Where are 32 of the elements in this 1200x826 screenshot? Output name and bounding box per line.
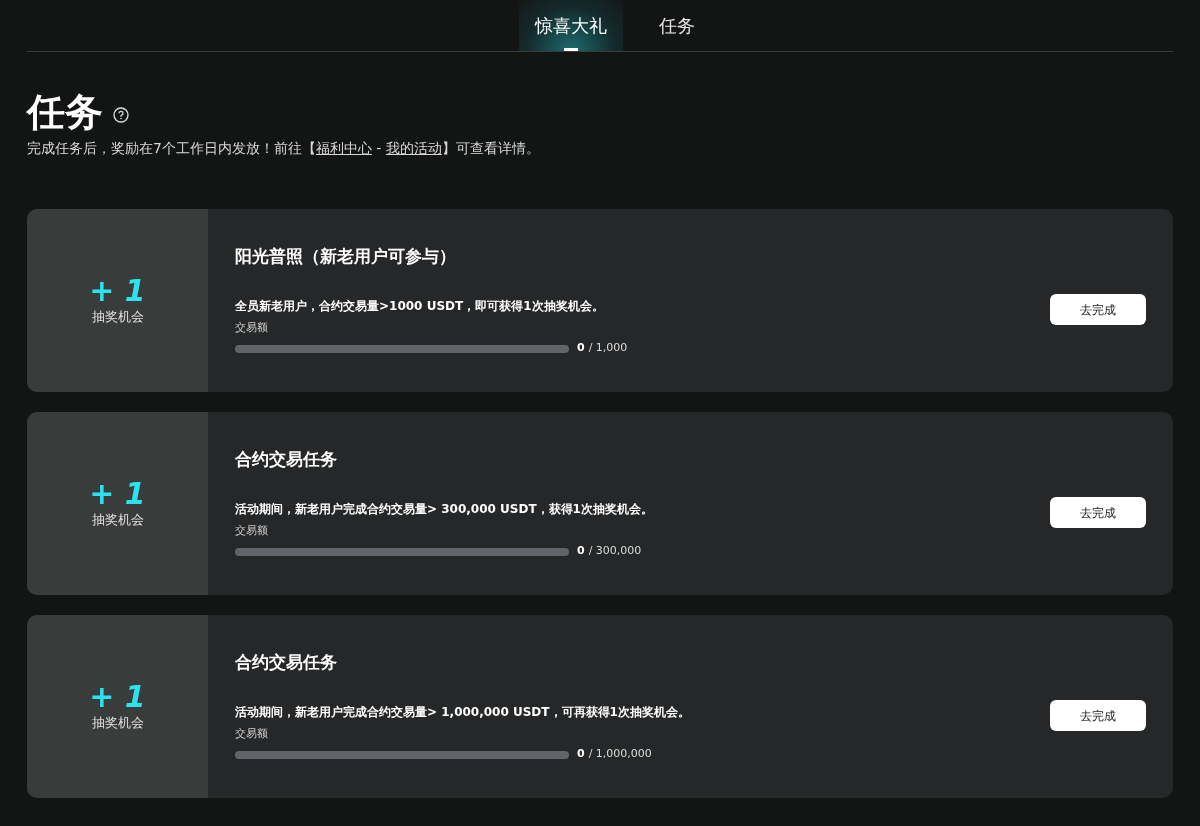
complete-button[interactable]: 去完成: [1050, 497, 1146, 528]
progress-total: / 300,000: [588, 543, 642, 560]
tab[interactable]: 任务: [643, 0, 711, 51]
reward-count: + 1: [89, 274, 146, 307]
reward-label: 抽奖机会: [91, 307, 144, 326]
progress-current: 0: [577, 543, 585, 560]
progress-label: 交易额: [235, 522, 269, 539]
welfare-center-link[interactable]: 福利中心: [315, 140, 372, 156]
reward-count: + 1: [89, 680, 146, 713]
reward-label: 抽奖机会: [91, 713, 144, 732]
task-title: 合约交易任务: [235, 448, 338, 472]
progress-current: 0: [577, 746, 585, 763]
progress-total: / 1,000: [588, 340, 628, 357]
help-icon: [113, 107, 129, 123]
page-title: 任务: [27, 89, 103, 136]
progress-current: 0: [577, 340, 585, 357]
progress-total: / 1,000,000: [588, 746, 652, 763]
tab[interactable]: 惊喜大礼: [519, 0, 623, 51]
task-description: 全员新老用户，合约交易量>1000 USDT，即可获得1次抽奖机会。: [235, 297, 605, 315]
reward-label: 抽奖机会: [91, 510, 144, 529]
my-activities-link[interactable]: 我的活动: [385, 140, 442, 156]
task-description: 活动期间，新老用户完成合约交易量> 300,000 USDT，获得1次抽奖机会。: [235, 500, 654, 518]
complete-button[interactable]: 去完成: [1050, 294, 1146, 325]
complete-button[interactable]: 去完成: [1050, 700, 1146, 731]
progress-label: 交易额: [235, 725, 269, 742]
task-description: 活动期间，新老用户完成合约交易量> 1,000,000 USDT，可再获得1次抽奖机会。: [235, 703, 691, 721]
task-title: 阳光普照（新老用户可参与）: [235, 245, 457, 269]
page-description: 完成任务后，奖励在7个工作日内发放！前往【福利中心 - 我的活动】可查看详情。: [27, 139, 541, 158]
task-title: 合约交易任务: [235, 651, 338, 675]
active-tab-indicator: [564, 48, 578, 51]
reward-count: + 1: [89, 477, 146, 510]
progress-label: 交易额: [235, 319, 269, 336]
